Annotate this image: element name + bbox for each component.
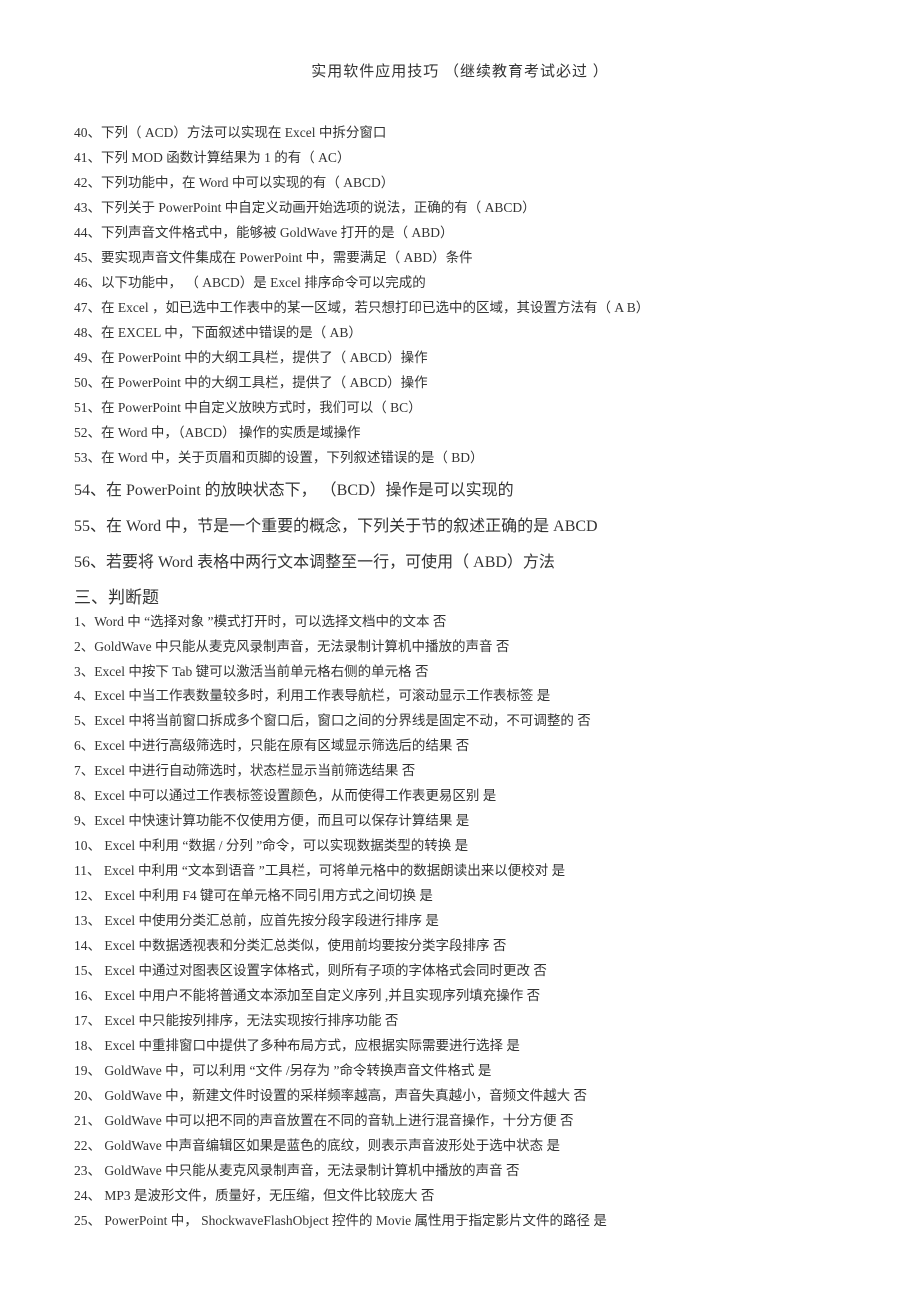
tf-item: 2、GoldWave 中只能从麦克风录制声音，无法录制计算机中播放的声音 否 (74, 635, 846, 660)
tf-item: 17、 Excel 中只能按列排序，无法实现按行排序功能 否 (74, 1009, 846, 1034)
tf-item: 8、Excel 中可以通过工作表标签设置颜色，从而使得工作表更易区别 是 (74, 784, 846, 809)
mc-item: 49、在 PowerPoint 中的大纲工具栏，提供了（ ABCD）操作 (74, 346, 846, 371)
mc-item: 40、下列（ ACD）方法可以实现在 Excel 中拆分窗口 (74, 121, 846, 146)
multiple-choice-large-block: 54、在 PowerPoint 的放映状态下， （BCD）操作是可以实现的 55… (74, 475, 846, 579)
mc-item: 41、下列 MOD 函数计算结果为 1 的有（ AC） (74, 146, 846, 171)
tf-item: 7、Excel 中进行自动筛选时，状态栏显示当前筛选结果 否 (74, 759, 846, 784)
section-heading-true-false: 三、判断题 (74, 583, 846, 608)
true-false-block: 1、Word 中 “选择对象 ”模式打开时，可以选择文档中的文本 否 2、Gol… (74, 610, 846, 1234)
mc-item: 48、在 EXCEL 中，下面叙述中错误的是（ AB） (74, 321, 846, 346)
tf-item: 21、 GoldWave 中可以把不同的声音放置在不同的音轨上进行混音操作，十分… (74, 1109, 846, 1134)
tf-item: 6、Excel 中进行高级筛选时，只能在原有区域显示筛选后的结果 否 (74, 734, 846, 759)
tf-item: 25、 PowerPoint 中， ShockwaveFlashObject 控… (74, 1209, 846, 1234)
page-title: 实用软件应用技巧 （继续教育考试必过 ） (74, 60, 846, 81)
tf-item: 13、 Excel 中使用分类汇总前，应首先按分段字段进行排序 是 (74, 909, 846, 934)
mc-item: 43、下列关于 PowerPoint 中自定义动画开始选项的说法，正确的有（ A… (74, 196, 846, 221)
tf-item: 18、 Excel 中重排窗口中提供了多种布局方式，应根据实际需要进行选择 是 (74, 1034, 846, 1059)
tf-item: 20、 GoldWave 中，新建文件时设置的采样频率越高，声音失真越小，音频文… (74, 1084, 846, 1109)
mc-item-large: 54、在 PowerPoint 的放映状态下， （BCD）操作是可以实现的 (74, 475, 846, 507)
tf-item: 24、 MP3 是波形文件，质量好，无压缩，但文件比较庞大 否 (74, 1184, 846, 1209)
tf-item: 16、 Excel 中用户不能将普通文本添加至自定义序列 ,并且实现序列填充操作… (74, 984, 846, 1009)
mc-item: 51、在 PowerPoint 中自定义放映方式时，我们可以（ BC） (74, 396, 846, 421)
mc-item: 46、以下功能中， （ ABCD）是 Excel 排序命令可以完成的 (74, 271, 846, 296)
tf-item: 11、 Excel 中利用 “文本到语音 ”工具栏，可将单元格中的数据朗读出来以… (74, 859, 846, 884)
mc-item: 52、在 Word 中，（ABCD） 操作的实质是域操作 (74, 421, 846, 446)
tf-item: 23、 GoldWave 中只能从麦克风录制声音，无法录制计算机中播放的声音 否 (74, 1159, 846, 1184)
tf-item: 12、 Excel 中利用 F4 键可在单元格不同引用方式之间切换 是 (74, 884, 846, 909)
tf-item: 1、Word 中 “选择对象 ”模式打开时，可以选择文档中的文本 否 (74, 610, 846, 635)
tf-item: 10、 Excel 中利用 “数据 / 分列 ”命令，可以实现数据类型的转换 是 (74, 834, 846, 859)
tf-item: 14、 Excel 中数据透视表和分类汇总类似，使用前均要按分类字段排序 否 (74, 934, 846, 959)
mc-item-large: 56、若要将 Word 表格中两行文本调整至一行，可使用（ ABD）方法 (74, 547, 846, 579)
mc-item: 53、在 Word 中，关于页眉和页脚的设置，下列叙述错误的是（ BD） (74, 446, 846, 471)
mc-item: 50、在 PowerPoint 中的大纲工具栏，提供了（ ABCD）操作 (74, 371, 846, 396)
mc-item: 42、下列功能中，在 Word 中可以实现的有（ ABCD） (74, 171, 846, 196)
tf-item: 9、Excel 中快速计算功能不仅使用方便，而且可以保存计算结果 是 (74, 809, 846, 834)
mc-item-large: 55、在 Word 中，节是一个重要的概念，下列关于节的叙述正确的是 ABCD (74, 511, 846, 543)
tf-item: 15、 Excel 中通过对图表区设置字体格式，则所有子项的字体格式会同时更改 … (74, 959, 846, 984)
tf-item: 19、 GoldWave 中，可以利用 “文件 /另存为 ”命令转换声音文件格式… (74, 1059, 846, 1084)
tf-item: 22、 GoldWave 中声音编辑区如果是蓝色的底纹，则表示声音波形处于选中状… (74, 1134, 846, 1159)
tf-item: 5、Excel 中将当前窗口拆成多个窗口后，窗口之间的分界线是固定不动，不可调整… (74, 709, 846, 734)
mc-item: 45、要实现声音文件集成在 PowerPoint 中，需要满足（ ABD）条件 (74, 246, 846, 271)
tf-item: 4、Excel 中当工作表数量较多时，利用工作表导航栏，可滚动显示工作表标签 是 (74, 684, 846, 709)
mc-item: 47、在 Excel ，如已选中工作表中的某一区域，若只想打印已选中的区域，其设… (74, 296, 846, 321)
tf-item: 3、Excel 中按下 Tab 键可以激活当前单元格右侧的单元格 否 (74, 660, 846, 685)
multiple-choice-block: 40、下列（ ACD）方法可以实现在 Excel 中拆分窗口 41、下列 MOD… (74, 121, 846, 471)
mc-item: 44、下列声音文件格式中，能够被 GoldWave 打开的是（ ABD） (74, 221, 846, 246)
